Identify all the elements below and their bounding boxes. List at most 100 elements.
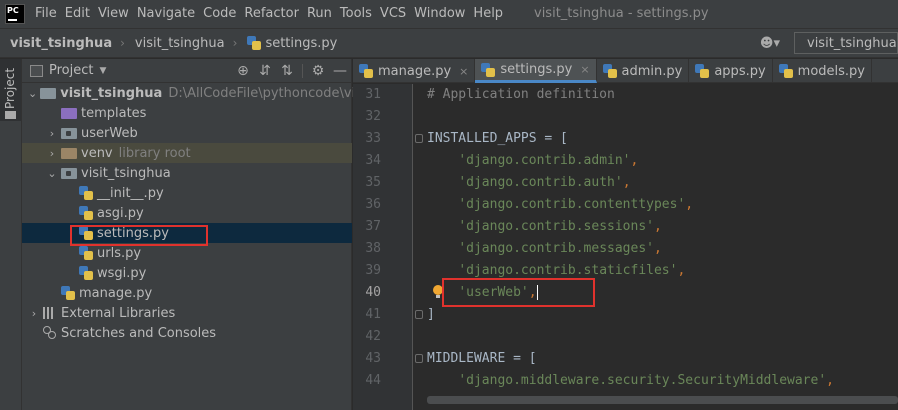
- project-panel-title[interactable]: Project: [49, 63, 93, 78]
- tree-item-urls-py[interactable]: urls.py: [22, 243, 352, 263]
- code-text: 'userWeb',: [458, 285, 538, 300]
- python-file-icon: [247, 36, 262, 50]
- fold-marker-icon[interactable]: [415, 354, 423, 363]
- menu-vcs[interactable]: VCS: [376, 0, 410, 28]
- python-file-icon: [79, 246, 93, 260]
- python-file-icon: [602, 64, 617, 78]
- chevron-down-icon[interactable]: ⌄: [46, 167, 58, 180]
- code-text: 'django.contrib.contenttypes',: [458, 197, 694, 212]
- tree-item-visit-tsinghua[interactable]: ⌄ visit_tsinghua D:\AllCodeFile\pythoncode…: [22, 83, 389, 103]
- tree-item-visit-tsinghua[interactable]: ⌄ visit_tsinghua: [22, 163, 352, 183]
- fold-marker-icon[interactable]: [415, 134, 423, 143]
- package-folder-icon: [61, 167, 77, 179]
- chevron-right-icon[interactable]: ›: [46, 127, 58, 140]
- code-text: MIDDLEWARE = [: [427, 351, 537, 366]
- folder-icon: [5, 111, 16, 119]
- code-line[interactable]: 41]: [353, 304, 898, 326]
- tree-item-settings-py[interactable]: settings.py: [22, 223, 352, 243]
- tree-item-userweb[interactable]: › userWeb: [22, 123, 352, 143]
- folder-icon: [61, 147, 77, 159]
- menu-view[interactable]: View: [94, 0, 133, 28]
- code-line[interactable]: 40 'userWeb',: [353, 282, 898, 304]
- package-folder-icon: [61, 127, 77, 139]
- menu-tools[interactable]: Tools: [336, 0, 376, 28]
- menu-run[interactable]: Run: [303, 0, 336, 28]
- horizontal-scrollbar[interactable]: [427, 396, 898, 404]
- tree-item-label: asgi.py: [97, 205, 144, 221]
- run-configuration-label: visit_tsinghua: [807, 35, 897, 51]
- gear-icon[interactable]: ⚙: [307, 63, 329, 79]
- fold-marker-icon[interactable]: [415, 310, 423, 319]
- close-icon[interactable]: ×: [580, 63, 589, 76]
- tree-item-templates[interactable]: templates: [22, 103, 352, 123]
- code-line[interactable]: 42: [353, 326, 898, 348]
- code-line[interactable]: 39 'django.contrib.staticfiles',: [353, 260, 898, 282]
- folder-icon: [40, 87, 57, 99]
- python-file-icon: [79, 186, 93, 200]
- tree-item-label: settings.py: [97, 225, 169, 241]
- run-configuration-select[interactable]: visit_tsinghua: [794, 32, 898, 54]
- python-file-icon: [695, 64, 710, 78]
- tree-item-label: visit_tsinghua: [81, 165, 171, 181]
- tree-item-external-libraries[interactable]: › External Libraries: [22, 303, 352, 323]
- collapse-icon[interactable]: ⇵: [254, 63, 276, 79]
- tab-label: models.py: [797, 63, 866, 79]
- chevron-down-icon[interactable]: ▼: [99, 66, 106, 76]
- menu-file[interactable]: File: [31, 0, 61, 28]
- tree-item-label: External Libraries: [61, 305, 176, 321]
- menu-help[interactable]: Help: [469, 0, 507, 28]
- tree-item-label: __init__.py: [97, 185, 164, 201]
- line-number: 38: [365, 241, 381, 256]
- code-line[interactable]: 32: [353, 106, 898, 128]
- code-line[interactable]: 43 MIDDLEWARE = [: [353, 348, 898, 370]
- code-line[interactable]: 37 'django.contrib.sessions',: [353, 216, 898, 238]
- code-line[interactable]: 34 'django.contrib.admin',: [353, 150, 898, 172]
- close-icon[interactable]: ×: [459, 65, 468, 78]
- tab-settings[interactable]: settings.py ×: [475, 59, 597, 83]
- code-line[interactable]: 44 'django.middleware.security.SecurityM…: [353, 370, 898, 392]
- tab-label: manage.py: [378, 63, 452, 79]
- python-file-icon: [778, 64, 793, 78]
- breadcrumb-project[interactable]: visit_tsinghua: [0, 36, 112, 51]
- code-line[interactable]: 36 'django.contrib.contenttypes',: [353, 194, 898, 216]
- tab-admin[interactable]: admin.py: [597, 59, 690, 83]
- code-line[interactable]: 38 'django.contrib.messages',: [353, 238, 898, 260]
- tree-item-manage-py[interactable]: manage.py: [22, 283, 352, 303]
- tree-item-wsgi-py[interactable]: wsgi.py: [22, 263, 352, 283]
- tab-manage[interactable]: manage.py ×: [353, 59, 476, 83]
- line-number: 40: [365, 285, 381, 300]
- line-number: 44: [365, 373, 381, 388]
- user-icon[interactable]: ☻▾: [760, 36, 780, 51]
- hide-icon[interactable]: —: [329, 63, 351, 79]
- code-line[interactable]: 31 # Application definition: [353, 84, 898, 106]
- tree-item-init-py[interactable]: __init__.py: [22, 183, 352, 203]
- tree-item-asgi-py[interactable]: asgi.py: [22, 203, 352, 223]
- menu-refactor[interactable]: Refactor: [240, 0, 303, 28]
- menu-edit[interactable]: Edit: [61, 0, 94, 28]
- tab-models[interactable]: models.py: [773, 59, 873, 83]
- tab-apps[interactable]: apps.py: [689, 59, 773, 83]
- crosshair-icon[interactable]: ⊕: [232, 63, 254, 79]
- code-line[interactable]: 33 INSTALLED_APPS = [: [353, 128, 898, 150]
- menu-window[interactable]: Window: [410, 0, 469, 28]
- breadcrumb-file[interactable]: settings.py: [237, 36, 337, 51]
- tree-item-venv[interactable]: › venv library root: [22, 143, 352, 163]
- navigation-bar: visit_tsinghua › visit_tsinghua › settin…: [0, 28, 898, 58]
- tab-label: admin.py: [621, 63, 683, 79]
- chevron-right-icon[interactable]: ›: [46, 147, 58, 160]
- code-text: 'django.contrib.sessions',: [458, 219, 662, 234]
- menu-navigate[interactable]: Navigate: [133, 0, 199, 28]
- line-number: 34: [365, 153, 381, 168]
- code-line[interactable]: 35 'django.contrib.auth',: [353, 172, 898, 194]
- menu-code[interactable]: Code: [199, 0, 240, 28]
- breadcrumb-package[interactable]: visit_tsinghua: [125, 36, 225, 51]
- project-tool-window-label: Project: [3, 67, 17, 109]
- project-panel-header: Project ▼ ⊕ ⇵ ⇅ ⚙ —: [22, 59, 351, 83]
- chevron-right-icon[interactable]: ›: [28, 307, 40, 320]
- code-editor[interactable]: 31 # Application definition 32 33 INSTALLED_…: [353, 84, 898, 410]
- tree-item-scratches-and-consoles[interactable]: Scratches and Consoles: [22, 323, 352, 343]
- expand-icon[interactable]: ⇅: [276, 63, 298, 79]
- chevron-down-icon[interactable]: ⌄: [28, 87, 37, 100]
- project-icon: [30, 64, 43, 77]
- breadcrumb-file-label: settings.py: [265, 35, 338, 51]
